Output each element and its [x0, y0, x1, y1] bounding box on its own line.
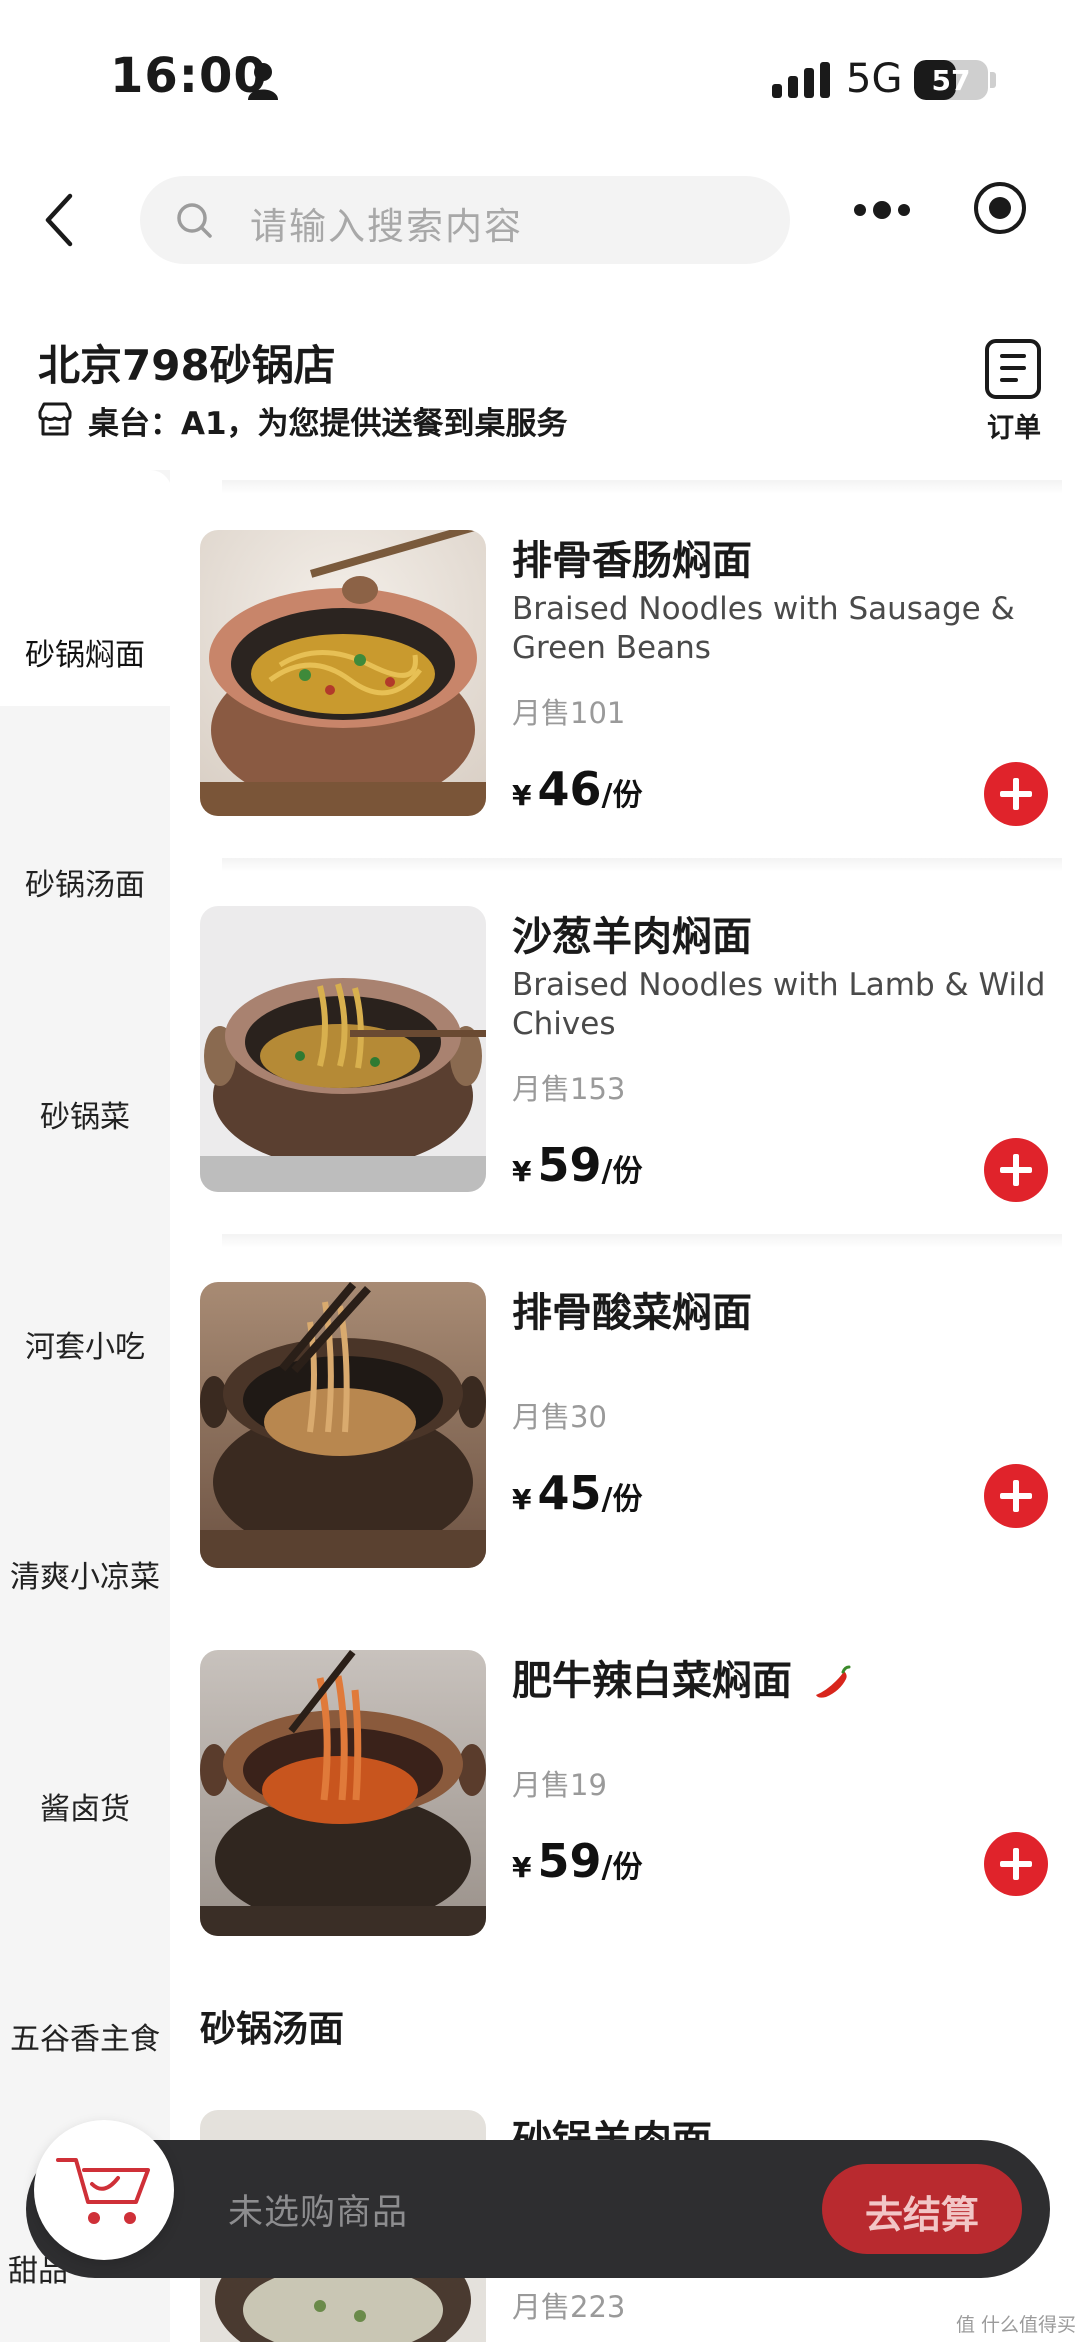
monthly-sales: 月售223 — [512, 2290, 626, 2324]
cart-button[interactable] — [34, 2120, 174, 2260]
status-time: 16:00 — [110, 48, 268, 104]
watermark: 值 什么值得买 — [956, 2314, 1077, 2336]
category-sidebar — [0, 470, 170, 2342]
category-item[interactable]: 砂锅焖面 — [0, 630, 170, 674]
battery-percent: 57 — [931, 64, 971, 97]
dish-price: ¥46/份 — [512, 762, 643, 816]
add-to-cart-button[interactable] — [984, 1832, 1048, 1896]
signal-icon — [772, 62, 830, 98]
dish-name-en: Braised Noodles with Lamb & Wild Chives — [512, 967, 1046, 1042]
add-to-cart-button[interactable] — [984, 1464, 1048, 1528]
add-to-cart-button[interactable] — [984, 1138, 1048, 1202]
dish-name: 肥牛辣白菜焖面 — [512, 1648, 852, 1706]
category-item[interactable]: 酱卤货 — [0, 1784, 170, 1828]
chili-pepper-icon — [815, 1665, 851, 1698]
search-icon — [177, 203, 212, 238]
order-button[interactable]: 订单 — [978, 334, 1050, 444]
dish-name: 排骨酸菜焖面 — [512, 1290, 752, 1336]
network-type: 5G — [846, 56, 903, 102]
cart-empty-text: 未选购商品 — [228, 2193, 409, 2233]
monthly-sales: 月售153 — [512, 1072, 626, 1106]
menu-item[interactable]: 排骨香肠焖面 Braised Noodles with Sausage & Gr… — [200, 530, 1080, 826]
menu-item[interactable]: 肥牛辣白菜焖面 月售19 ¥59/份 — [200, 1650, 1080, 1936]
dish-price: ¥59/份 — [512, 1138, 643, 1192]
dish-price: ¥45/份 — [512, 1466, 643, 1520]
shopping-cart-icon — [56, 2158, 150, 2224]
add-to-cart-button[interactable] — [984, 762, 1048, 826]
checkout-button[interactable]: 去结算 — [822, 2164, 1022, 2254]
dish-photo — [200, 906, 486, 1192]
category-item[interactable]: 河套小吃 — [0, 1322, 170, 1366]
status-bar: 16:00 5G 57 — [0, 0, 1080, 160]
dish-name-en: Braised Noodles with Sausage & Green Bea… — [512, 591, 1015, 666]
table-info: 桌台：A1，为您提供送餐到桌服务 — [88, 406, 568, 442]
more-options-icon[interactable] — [852, 196, 912, 224]
dish-photo — [200, 1282, 486, 1568]
monthly-sales: 月售19 — [512, 1768, 607, 1802]
order-label: 订单 — [987, 413, 1041, 444]
order-list-icon — [985, 339, 1041, 399]
menu-item[interactable]: 沙葱羊肉焖面 Braised Noodles with Lamb & Wild … — [200, 906, 1080, 1202]
dish-photo — [200, 530, 486, 816]
section-title: 砂锅汤面 — [200, 2009, 345, 2050]
close-miniprogram-icon[interactable] — [972, 180, 1028, 236]
dish-name: 沙葱羊肉焖面 — [512, 914, 752, 960]
dish-name: 排骨香肠焖面 — [512, 538, 752, 584]
person-icon — [248, 63, 278, 100]
search-input[interactable]: 请输入搜索内容 — [140, 176, 790, 264]
store-icon — [38, 402, 72, 436]
monthly-sales: 月售101 — [512, 696, 626, 730]
dish-photo — [200, 1650, 486, 1936]
checkout-label: 去结算 — [864, 2193, 979, 2237]
category-item[interactable]: 清爽小凉菜 — [0, 1552, 170, 1596]
category-item[interactable]: 砂锅菜 — [0, 1092, 170, 1136]
back-arrow-icon[interactable] — [38, 190, 82, 250]
search-placeholder: 请输入搜索内容 — [250, 205, 523, 248]
shop-name: 北京798砂锅店 — [38, 341, 336, 390]
menu-item[interactable]: 排骨酸菜焖面 月售30 ¥45/份 — [200, 1282, 1080, 1568]
dish-price: ¥59/份 — [512, 1834, 643, 1888]
monthly-sales: 月售30 — [512, 1400, 607, 1434]
category-item[interactable]: 五谷香主食 — [0, 2014, 170, 2058]
category-item[interactable]: 砂锅汤面 — [0, 860, 170, 904]
battery-icon: 57 — [914, 60, 988, 100]
